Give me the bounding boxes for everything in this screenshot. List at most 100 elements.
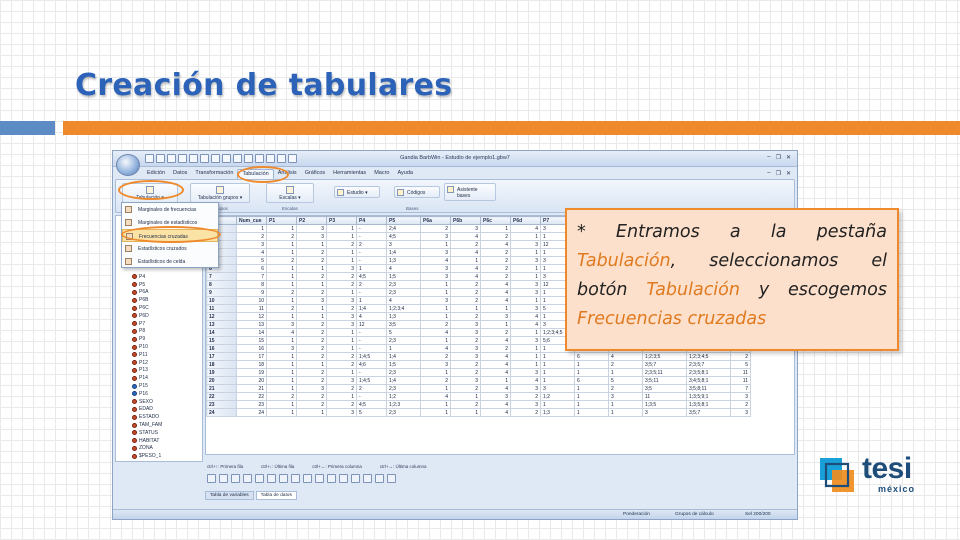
row-header[interactable]: 16 (206, 344, 237, 353)
variable-item[interactable]: P5 (132, 281, 162, 289)
table-cell[interactable]: 3;4;5;8;1 (686, 376, 731, 385)
table-cell[interactable]: 2 (266, 232, 297, 241)
table-cell[interactable]: 1 (326, 256, 357, 265)
menu-transformacion[interactable]: Transformación (191, 169, 237, 179)
table-cell[interactable]: 1 (608, 368, 643, 377)
table-cell[interactable]: 2 (480, 328, 511, 337)
table-cell[interactable]: 3 (420, 264, 451, 273)
table-cell[interactable]: 1;4;5 (356, 352, 387, 361)
table-cell[interactable]: 1 (296, 360, 327, 369)
column-header[interactable]: P1 (266, 216, 297, 225)
table-cell[interactable]: 1 (266, 312, 297, 321)
table-cell[interactable]: 13 (236, 320, 267, 329)
table-cell[interactable]: 3 (326, 320, 357, 329)
escalas-button[interactable]: Escalas ▾ (266, 183, 314, 203)
table-cell[interactable]: 3 (296, 224, 327, 233)
table-cell[interactable]: 4 (480, 288, 511, 297)
table-cell[interactable]: 5 (608, 376, 643, 385)
variable-item[interactable]: P10 (132, 343, 162, 351)
table-cell[interactable]: 12 (236, 312, 267, 321)
table-cell[interactable]: 1 (420, 384, 451, 393)
table-cell[interactable]: 2 (420, 352, 451, 361)
table-cell[interactable]: 1 (574, 408, 609, 417)
table-cell[interactable]: 2 (450, 368, 481, 377)
table-cell[interactable]: 3 (296, 232, 327, 241)
menu-macro[interactable]: Macro (370, 169, 393, 179)
table-cell[interactable]: 19 (236, 368, 267, 377)
table-cell[interactable]: 1 (296, 264, 327, 273)
variable-item[interactable]: P7 (132, 320, 162, 328)
table-cell[interactable]: 4 (480, 336, 511, 345)
table-cell[interactable]: 4 (420, 392, 451, 401)
table-cell[interactable]: 3 (608, 392, 643, 401)
table-cell[interactable]: 2;3;5;8;1 (686, 368, 731, 377)
variable-item[interactable]: P6C (132, 304, 162, 312)
table-cell[interactable]: 1;2;3 (386, 400, 421, 409)
table-cell[interactable]: 1;3 (540, 408, 575, 417)
table-cell[interactable]: 2 (296, 344, 327, 353)
column-header[interactable]: P6a (420, 216, 451, 225)
table-cell[interactable]: 1 (266, 240, 297, 249)
table-cell[interactable]: 3 (510, 400, 541, 409)
table-cell[interactable]: 1 (574, 384, 609, 393)
table-cell[interactable]: 1 (420, 240, 451, 249)
row-header[interactable]: 19 (206, 368, 237, 377)
table-cell[interactable]: 4 (450, 264, 481, 273)
table-cell[interactable]: 1 (420, 408, 451, 417)
menu-item-estadisticos-celda[interactable]: Estadísticos de celda (122, 255, 218, 268)
table-cell[interactable]: 2 (296, 288, 327, 297)
table-cell[interactable]: 4;5 (356, 272, 387, 281)
table-cell[interactable]: 11 (730, 368, 751, 377)
tab-tabla-variables[interactable]: Tabla de variables (205, 491, 254, 500)
settings-icon[interactable] (387, 474, 396, 483)
table-cell[interactable]: 4 (480, 384, 511, 393)
table-cell[interactable]: 4 (450, 232, 481, 241)
table-cell[interactable]: 2;3 (386, 288, 421, 297)
table-cell[interactable]: 4 (266, 328, 297, 337)
table-cell[interactable]: 1 (540, 352, 575, 361)
table-cell[interactable]: 3 (730, 392, 751, 401)
table-cell[interactable]: 1 (296, 408, 327, 417)
table-cell[interactable]: 2;3 (386, 336, 421, 345)
info-icon[interactable] (375, 474, 384, 483)
restore-icon[interactable]: ❐ (776, 154, 781, 161)
table-cell[interactable]: 1 (266, 264, 297, 273)
table-cell[interactable]: 3;5;7 (686, 408, 731, 417)
table-cell[interactable]: 3 (510, 336, 541, 345)
table-cell[interactable]: 3 (450, 320, 481, 329)
table-cell[interactable]: 2 (730, 352, 751, 361)
menu-ayuda[interactable]: Ayuda (393, 169, 417, 179)
table-cell[interactable]: 24 (236, 408, 267, 417)
table-cell[interactable]: 3 (540, 384, 575, 393)
table-cell[interactable]: 11 (236, 304, 267, 313)
variable-item[interactable]: P8 (132, 328, 162, 336)
table-cell[interactable]: - (356, 224, 387, 233)
variable-item[interactable]: P12 (132, 359, 162, 367)
table-cell[interactable]: 1 (540, 376, 575, 385)
table-cell[interactable]: 2;4 (386, 224, 421, 233)
table-cell[interactable]: 4 (510, 376, 541, 385)
select-icon[interactable] (267, 474, 276, 483)
row-header[interactable]: 9 (206, 288, 237, 297)
table-cell[interactable]: - (356, 368, 387, 377)
sort-icon[interactable] (279, 474, 288, 483)
variable-item[interactable]: $PESO_1 (132, 452, 162, 460)
row-header[interactable]: 17 (206, 352, 237, 361)
table-cell[interactable]: 3 (266, 320, 297, 329)
table-cell[interactable]: 2 (296, 392, 327, 401)
table-cell[interactable]: 1 (420, 336, 451, 345)
row-header[interactable]: 10 (206, 296, 237, 305)
table-cell[interactable]: 1 (420, 312, 451, 321)
table-cell[interactable]: 1 (266, 400, 297, 409)
estudio-button[interactable]: Estudio ▾ (334, 186, 380, 198)
table-cell[interactable]: 2 (326, 240, 357, 249)
table-cell[interactable]: 2 (608, 360, 643, 369)
table-cell[interactable]: 3;5 (386, 320, 421, 329)
table-cell[interactable]: 1 (266, 336, 297, 345)
table-cell[interactable]: 1;2 (540, 392, 575, 401)
table-cell[interactable]: 6 (574, 352, 609, 361)
table-cell[interactable]: 2;3 (386, 368, 421, 377)
table-cell[interactable]: 2 (356, 384, 387, 393)
table-cell[interactable]: 11 (730, 376, 751, 385)
table-cell[interactable]: 1 (326, 368, 357, 377)
